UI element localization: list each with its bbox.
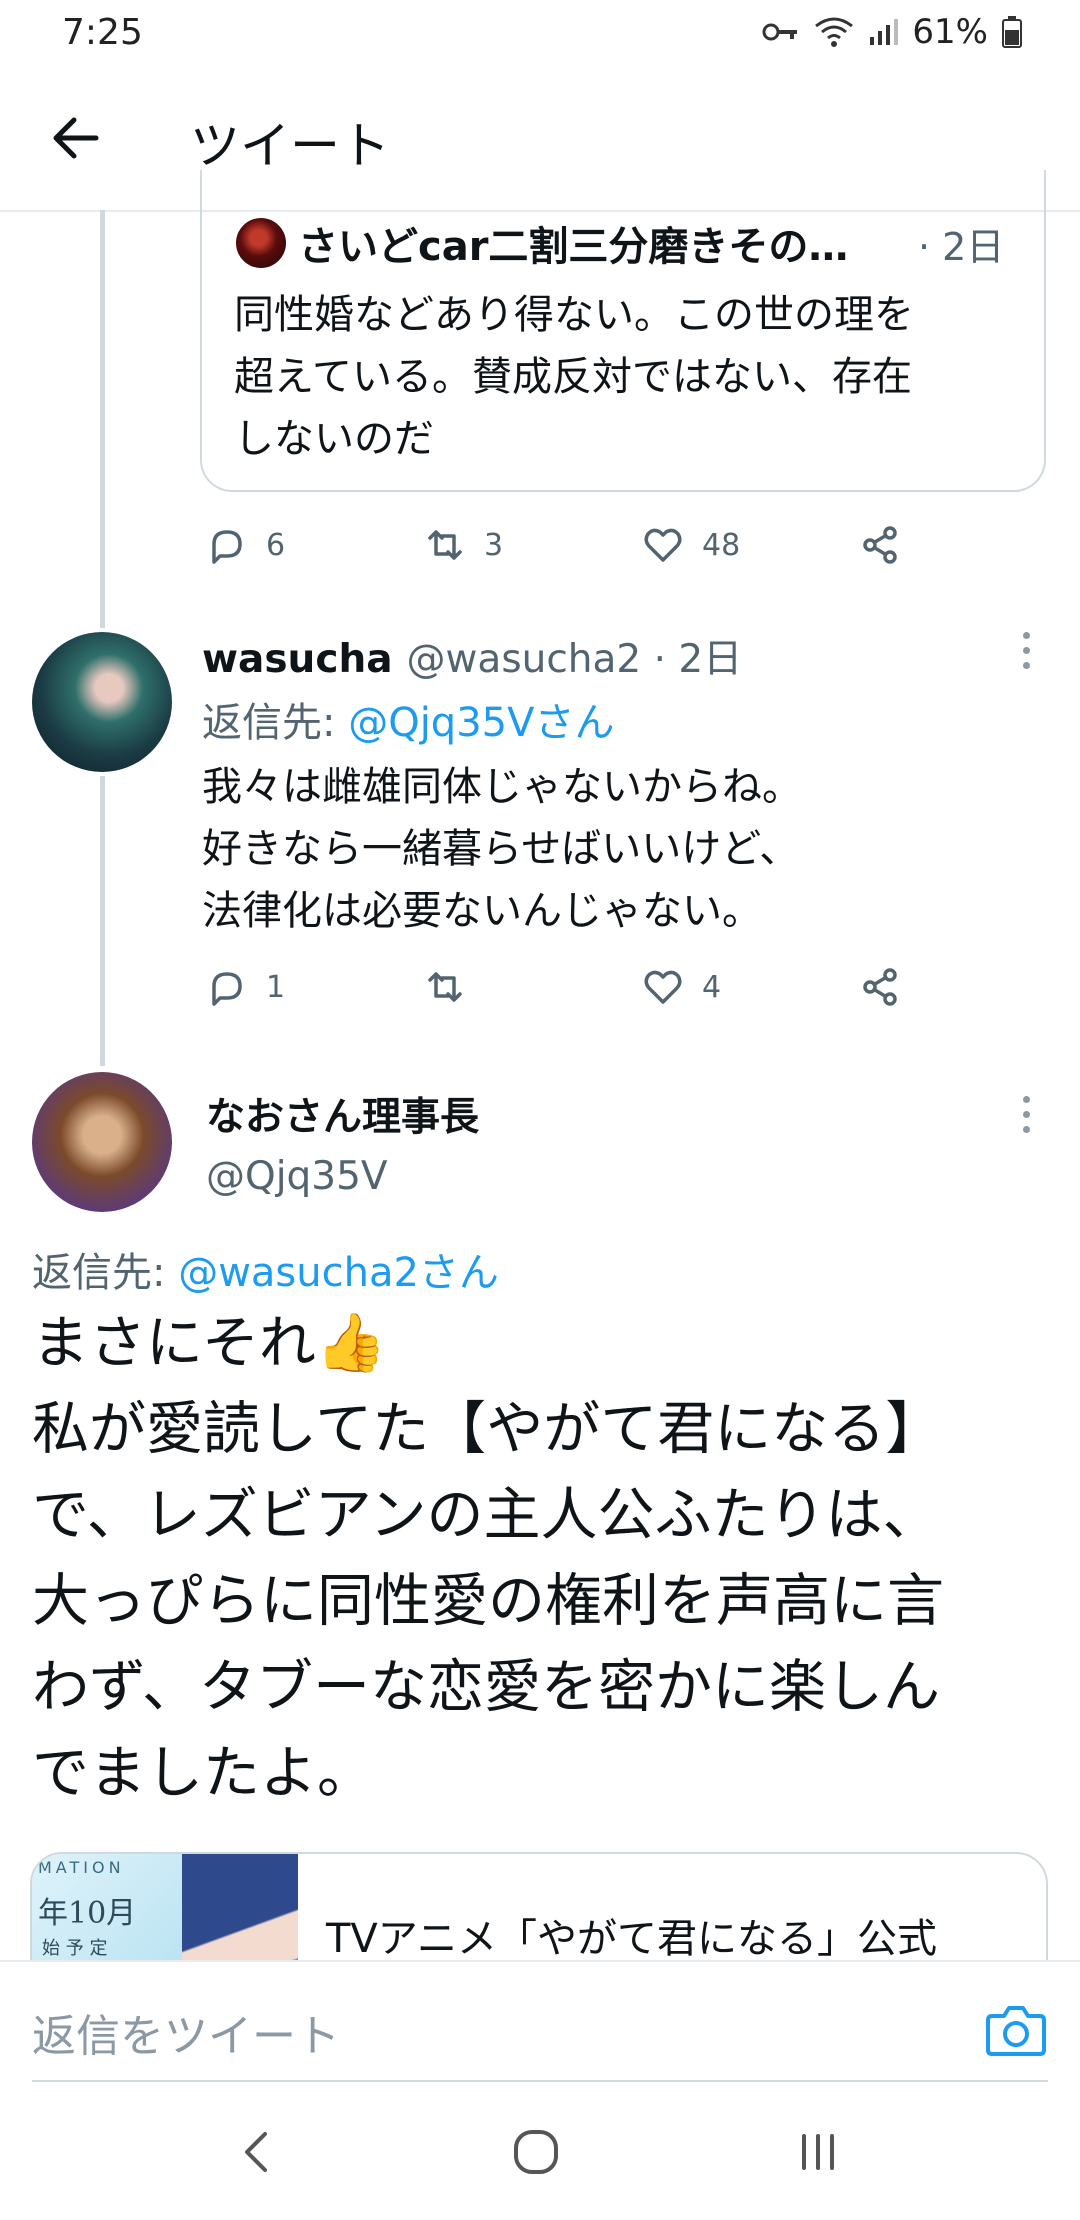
tweet-text-line: わず、タブーな恋愛を密かに楽しん — [32, 1654, 941, 1720]
quote-avatar[interactable] — [236, 218, 286, 268]
like-count: 4 — [702, 969, 722, 1005]
status-icons: 61% — [762, 12, 1022, 52]
author-name[interactable]: wasucha — [202, 637, 393, 682]
heart-icon — [644, 970, 682, 1004]
reply-target-link[interactable]: @Qjq35Vさん — [348, 700, 614, 746]
author-handle: @Qjq35V — [206, 1154, 388, 1199]
heart-icon — [644, 528, 682, 562]
recents-icon — [802, 2134, 834, 2170]
reply-to: 返信先: @wasucha2さん — [32, 1240, 499, 1298]
share-icon — [863, 526, 897, 564]
battery-icon — [1002, 16, 1022, 48]
tweet-text-line: 私が愛読してた【やがて君になる】 — [32, 1396, 943, 1462]
reply-icon — [212, 972, 242, 1006]
tweet-text-line: でましたよ。 — [32, 1740, 374, 1806]
quote-text-line: 超えている。賛成反対ではない、存在 — [234, 354, 912, 400]
reply-count: 6 — [266, 527, 286, 563]
retweet-count: 3 — [484, 527, 504, 563]
avatar[interactable] — [32, 632, 172, 772]
tweet-text-line: まさにそれ👍 — [32, 1310, 387, 1376]
reply-target-link[interactable]: @wasucha2さん — [178, 1250, 499, 1296]
tweet-text-line: 大っぴらに同性愛の権利を声高に言 — [32, 1568, 944, 1634]
arrow-left-icon — [53, 117, 99, 159]
tweet-text-line: 法律化は必要ないんじゃない。 — [202, 888, 762, 934]
thumb-text: 始 予 定 — [42, 1938, 108, 1959]
author-meta: @wasucha2 · 2日 — [406, 637, 743, 682]
nav-recents-button[interactable] — [788, 2122, 848, 2182]
retweet-icon — [428, 972, 462, 1002]
tweet-text: 我々は雌雄同体じゃないからね。 好きなら一緒暮らせばいいけど、 法律化は必要ない… — [202, 756, 1042, 942]
reply-icon — [212, 530, 242, 564]
like-count: 48 — [702, 527, 741, 563]
status-bar: 7:25 61% — [0, 0, 1080, 66]
reply-input[interactable]: 返信をツイート — [32, 2000, 340, 2064]
retweet-icon — [428, 530, 462, 560]
reply-button[interactable]: 6 — [206, 524, 285, 566]
signal-icon — [870, 19, 899, 45]
like-button[interactable]: 4 — [642, 966, 721, 1008]
quote-text: 同性婚などあり得ない。この世の理を 超えている。賛成反対ではない、存在 しないの… — [234, 284, 1014, 470]
system-nav-bar — [0, 2082, 1080, 2220]
share-button[interactable] — [860, 524, 902, 566]
vpn-key-icon — [762, 23, 798, 41]
reply-prefix: 返信先: — [202, 700, 349, 746]
thumb-text: MATION — [38, 1858, 125, 1877]
author-name[interactable]: なおさん理事長 — [206, 1086, 479, 1142]
like-button[interactable]: 48 — [642, 524, 740, 566]
reply-to: 返信先: @Qjq35Vさん — [202, 690, 614, 748]
retweet-button[interactable]: 3 — [424, 524, 503, 566]
home-circle-icon — [514, 2130, 558, 2174]
back-button[interactable] — [42, 108, 108, 168]
wifi-icon — [815, 17, 854, 47]
share-button[interactable] — [860, 966, 902, 1008]
nav-home-button[interactable] — [506, 2122, 566, 2182]
reply-prefix: 返信先: — [32, 1250, 179, 1296]
status-time: 7:25 — [62, 12, 143, 53]
tweet-text-line: 好きなら一緒暮らせばいいけど、 — [202, 826, 800, 872]
more-vertical-icon[interactable] — [1006, 620, 1046, 680]
link-title: TVアニメ「やがて君になる」公式 — [326, 1916, 937, 1962]
thread-line-top — [100, 210, 105, 628]
tweet-header: wasucha @wasucha2 · 2日 — [202, 628, 742, 684]
tweet-text-line: で、レズビアンの主人公ふたりは、 — [32, 1482, 940, 1548]
chevron-left-icon — [245, 2132, 267, 2172]
quote-text-line: しないのだ — [234, 416, 434, 462]
share-icon — [863, 968, 897, 1006]
quote-text-line: 同性婚などあり得ない。この世の理を — [234, 292, 914, 338]
thumb-text: 年10月 — [38, 1896, 137, 1931]
battery-percent: 61% — [912, 12, 988, 52]
retweet-button[interactable] — [424, 966, 466, 1008]
tweet-text-line: 我々は雌雄同体じゃないからね。 — [202, 764, 802, 810]
quote-date: · 2日 — [918, 225, 1005, 269]
more-vertical-icon[interactable] — [1006, 1084, 1046, 1144]
avatar[interactable] — [32, 1072, 172, 1212]
reply-button[interactable]: 1 — [206, 966, 285, 1008]
page-title: ツイート — [190, 117, 390, 175]
camera-button[interactable] — [984, 2000, 1048, 2060]
camera-icon — [986, 2006, 1046, 2056]
tweet-text: まさにそれ👍 私が愛読してた【やがて君になる】 で、レズビアンの主人公ふたりは、… — [32, 1300, 1062, 1816]
reply-count: 1 — [266, 969, 286, 1005]
nav-back-button[interactable] — [226, 2122, 286, 2182]
reply-composer: 返信をツイート — [0, 1960, 1080, 2082]
quote-author-name: さいどcar二割三分磨きその… — [298, 224, 849, 270]
thread-line-mid — [100, 776, 105, 1066]
